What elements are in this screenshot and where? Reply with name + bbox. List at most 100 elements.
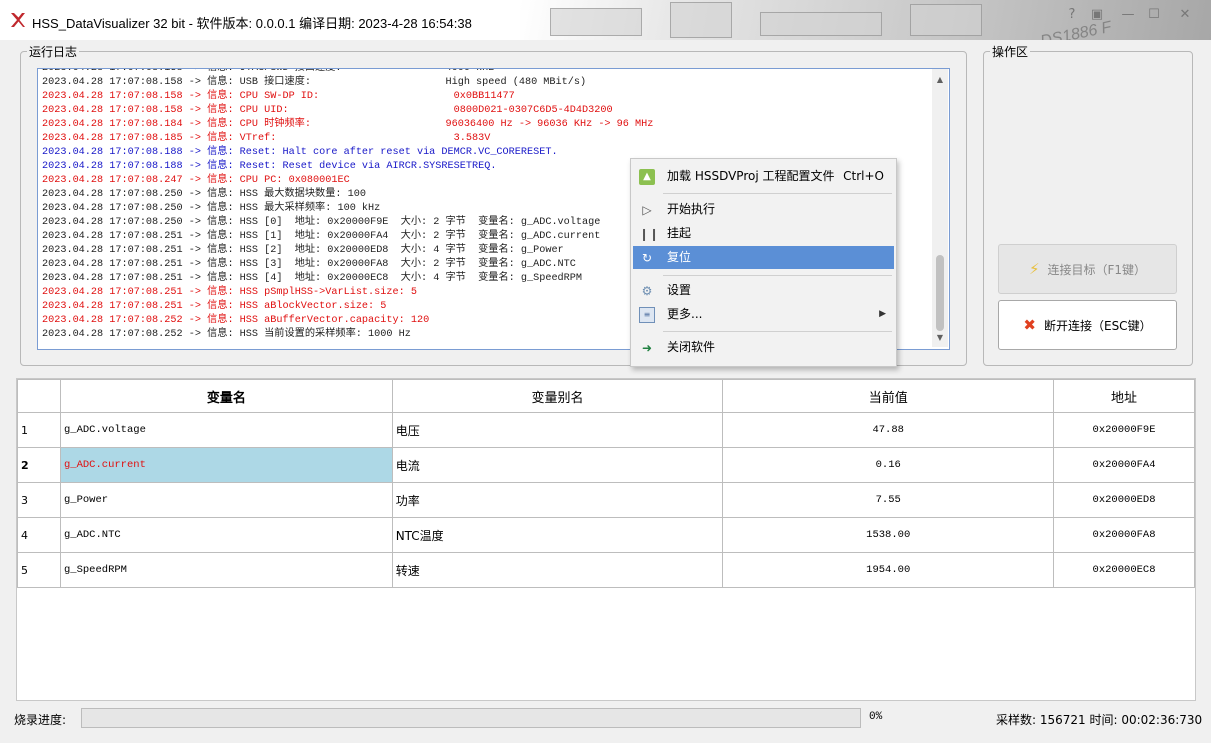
variable-alias-cell[interactable]: 功率 [391, 482, 724, 518]
log-line: 2023.04.28 17:07:08.250 -> 信息: HSS [0] 地… [42, 217, 601, 228]
lightning-icon: ⚡ [1028, 260, 1040, 278]
header-address[interactable]: 地址 [1053, 379, 1195, 413]
log-line: 2023.04.28 17:07:08.184 -> 信息: CPU 时钟频率:… [42, 119, 654, 130]
variable-alias-cell[interactable]: 转速 [391, 552, 724, 588]
menu-separator [663, 193, 892, 194]
table-row[interactable]: 2 g_ADC.current 电流 0.16 0x20000FA4 [17, 447, 1195, 483]
log-line: 2023.04.28 17:07:08.251 -> 信息: HSS [4] 地… [42, 273, 583, 284]
table-row[interactable]: 1 g_ADC.voltage 电压 47.88 0x20000F9E [17, 412, 1195, 448]
log-line: 2023.04.28 17:07:08.251 -> 信息: HSS pSmpl… [42, 287, 417, 298]
current-value-cell[interactable]: 1538.00 [722, 517, 1055, 553]
scroll-up-arrow-icon[interactable]: ▲ [932, 73, 948, 87]
log-line: 2023.04.28 17:07:08.250 -> 信息: HSS 最大数据块… [42, 189, 366, 200]
current-value-cell[interactable]: 7.55 [722, 482, 1055, 518]
connect-target-button[interactable]: ⚡ 连接目标（F1键） [998, 244, 1177, 294]
row-index-cell[interactable]: 4 [17, 517, 61, 553]
scroll-down-arrow-icon[interactable]: ▼ [932, 331, 948, 345]
exit-icon: ➜ [641, 341, 653, 355]
log-scrollbar[interactable]: ▲ ▼ [932, 69, 948, 347]
log-group-title: 运行日志 [27, 43, 80, 60]
window-title: HSS_DataVisualizer 32 bit - 软件版本: 0.0.0.… [32, 16, 472, 31]
log-line: 2023.04.28 17:07:08.188 -> 信息: Reset: Ha… [42, 147, 558, 158]
current-value-cell[interactable]: 0.16 [722, 447, 1055, 483]
log-line: 2023.04.28 17:07:08.251 -> 信息: HSS aBloc… [42, 301, 387, 312]
table-row[interactable]: 3 g_Power 功率 7.55 0x20000ED8 [17, 482, 1195, 518]
variable-name-cell[interactable]: g_ADC.voltage [59, 412, 393, 448]
variable-alias-cell[interactable]: 电流 [391, 447, 724, 483]
log-line: 2023.04.28 17:07:08.158 -> 信息: CPU UID: … [42, 105, 613, 116]
scroll-thumb[interactable] [936, 255, 944, 331]
settings-gear-icon: ⚙ [641, 284, 653, 298]
log-line: 2023.04.28 17:07:08.158 -> 信息: JTAG/SWD … [42, 68, 495, 74]
menu-load-project[interactable]: ▲ 加载 HSSDVProj 工程配置文件 Ctrl+O [633, 165, 894, 188]
connect-label: 连接目标（F1键） [1047, 262, 1147, 277]
menu-settings[interactable]: ⚙ 设置 [633, 279, 894, 302]
address-cell[interactable]: 0x20000FA8 [1053, 517, 1195, 553]
pin-button[interactable]: ▣ [1086, 6, 1108, 24]
header-variable-alias[interactable]: 变量别名 [391, 379, 724, 413]
progress-label: 烧录进度: [14, 713, 67, 727]
reset-icon: ↻ [641, 251, 653, 265]
progress-percent: 0% [869, 711, 883, 723]
disconnect-label: 断开连接（ESC键） [1043, 318, 1152, 333]
maximize-button[interactable]: ☐ [1143, 6, 1165, 24]
log-line: 2023.04.28 17:07:08.158 -> 信息: USB 接口速度:… [42, 77, 587, 88]
flash-progress-bar [81, 708, 861, 728]
close-button[interactable]: ✕ [1174, 6, 1196, 24]
menu-separator [663, 275, 892, 276]
row-index-cell[interactable]: 2 [17, 447, 61, 483]
row-index-cell[interactable]: 3 [17, 482, 61, 518]
context-menu: ▲ 加载 HSSDVProj 工程配置文件 Ctrl+O ▷ 开始执行 ❙❙ 挂… [630, 158, 897, 367]
log-line: 2023.04.28 17:07:08.251 -> 信息: HSS [2] 地… [42, 245, 564, 256]
variable-name-cell[interactable]: g_Power [59, 482, 393, 518]
current-value-cell[interactable]: 47.88 [722, 412, 1055, 448]
red-x-icon: ✖ [1023, 316, 1036, 334]
log-line: 2023.04.28 17:07:08.252 -> 信息: HSS aBuff… [42, 315, 430, 326]
app-logo-icon [11, 13, 25, 27]
more-window-icon: ≡ [639, 307, 655, 323]
variable-name-cell[interactable]: g_ADC.NTC [59, 517, 393, 553]
submenu-arrow-icon: ▶ [879, 309, 886, 319]
header-index [17, 379, 61, 413]
log-line: 2023.04.28 17:07:08.250 -> 信息: HSS 最大采样频… [42, 203, 381, 214]
log-line: 2023.04.28 17:07:08.158 -> 信息: CPU SW-DP… [42, 91, 515, 102]
current-value-cell[interactable]: 1954.00 [722, 552, 1055, 588]
title-bar: DS1886 F HSS_DataVisualizer 32 bit - 软件版… [0, 0, 1211, 40]
minimize-button[interactable]: — [1117, 6, 1139, 24]
address-cell[interactable]: 0x20000FA4 [1053, 447, 1195, 483]
menu-start[interactable]: ▷ 开始执行 [633, 198, 894, 221]
help-button[interactable]: ? [1061, 6, 1083, 24]
log-line: 2023.04.28 17:07:08.185 -> 信息: VTref: 3.… [42, 133, 491, 144]
variable-name-cell[interactable]: g_ADC.current [59, 447, 393, 483]
pause-icon: ❙❙ [639, 227, 660, 241]
header-current-value[interactable]: 当前值 [722, 379, 1055, 413]
menu-reset[interactable]: ↻ 复位 [633, 246, 894, 269]
variable-name-cell[interactable]: g_SpeedRPM [59, 552, 393, 588]
disconnect-button[interactable]: ✖ 断开连接（ESC键） [998, 300, 1177, 350]
log-line: 2023.04.28 17:07:08.252 -> 信息: HSS 当前设置的… [42, 329, 411, 340]
folder-open-icon: ▲ [639, 169, 655, 185]
menu-suspend[interactable]: ❙❙ 挂起 [633, 222, 894, 245]
log-line: 2023.04.28 17:07:08.188 -> 信息: Reset: Re… [42, 161, 497, 172]
log-line: 2023.04.28 17:07:08.251 -> 信息: HSS [3] 地… [42, 259, 576, 270]
table-row[interactable]: 4 g_ADC.NTC NTC温度 1538.00 0x20000FA8 [17, 517, 1195, 553]
operation-group-title: 操作区 [990, 43, 1031, 60]
menu-more[interactable]: ≡ 更多... ▶ [633, 303, 894, 326]
address-cell[interactable]: 0x20000F9E [1053, 412, 1195, 448]
log-line: 2023.04.28 17:07:08.247 -> 信息: CPU PC: 0… [42, 175, 350, 186]
variable-grid[interactable]: 变量名 变量别名 当前值 地址 1 g_ADC.voltage 电压 47.88 0x2… [16, 378, 1196, 701]
header-variable-name[interactable]: 变量名 [59, 379, 393, 413]
log-lines: 2023.04.28 17:07:08.158 -> 信息: JTAG/SWD … [42, 68, 654, 342]
table-row[interactable]: 5 g_SpeedRPM 转速 1954.00 0x20000EC8 [17, 552, 1195, 588]
table-header-row: 变量名 变量别名 当前值 地址 [17, 379, 1195, 413]
address-cell[interactable]: 0x20000EC8 [1053, 552, 1195, 588]
variable-alias-cell[interactable]: NTC温度 [391, 517, 724, 553]
row-index-cell[interactable]: 1 [17, 412, 61, 448]
menu-exit[interactable]: ➜ 关闭软件 [633, 336, 894, 359]
play-icon: ▷ [642, 203, 652, 217]
row-index-cell[interactable]: 5 [17, 552, 61, 588]
variable-alias-cell[interactable]: 电压 [391, 412, 724, 448]
address-cell[interactable]: 0x20000ED8 [1053, 482, 1195, 518]
menu-separator [663, 331, 892, 332]
sample-count-time: 采样数: 156721 时间: 00:02:36:730 [996, 713, 1203, 727]
